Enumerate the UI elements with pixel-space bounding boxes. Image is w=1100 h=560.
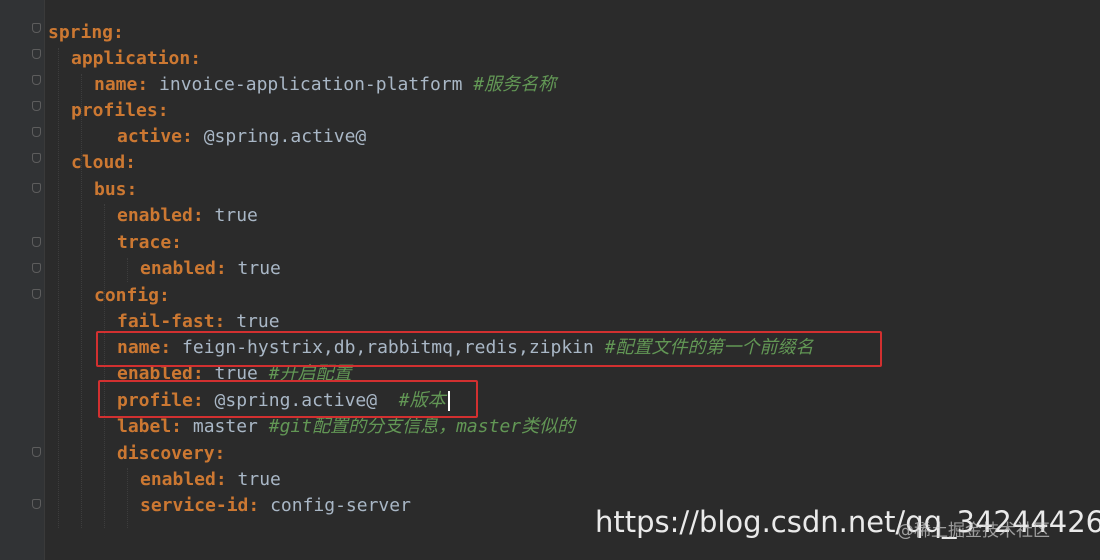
yaml-comment: #git配置的分支信息，master类似的 [268,416,576,437]
fold-marker-icon[interactable] [31,288,41,299]
yaml-value: true [237,258,281,279]
indent-guide [127,468,128,528]
yaml-key: fail-fast: [117,311,226,332]
highlight-box-config-name [96,331,882,367]
code-line[interactable]: application: [71,46,201,72]
yaml-value: @spring.active@ [203,126,367,147]
fold-marker-icon[interactable] [31,126,41,137]
yaml-value: invoice-application-platform [159,74,463,95]
yaml-value: master [192,416,258,437]
code-line[interactable]: discovery: [117,441,225,467]
code-line[interactable]: spring: [48,20,124,46]
yaml-key: trace: [117,232,183,253]
yaml-key: name: [94,74,149,95]
yaml-editor[interactable]: spring: application: name: invoice-appli… [0,0,1100,560]
highlight-box-profile [98,380,478,418]
yaml-value: true [214,205,258,226]
yaml-key: cloud: [71,152,137,173]
yaml-comment: #服务名称 [473,74,557,95]
yaml-value: true [236,311,280,332]
yaml-value: true [237,469,281,490]
fold-marker-icon[interactable] [31,152,41,163]
yaml-key: active: [117,126,193,147]
yaml-key: label: [117,416,183,437]
yaml-key: service-id: [140,495,260,516]
yaml-key: enabled: [117,205,204,226]
yaml-key: application: [71,48,202,69]
yaml-key: profiles: [71,100,169,121]
fold-marker-icon[interactable] [31,48,41,59]
yaml-key: enabled: [140,469,227,490]
fold-marker-icon[interactable] [31,498,41,509]
code-line[interactable]: trace: [117,230,182,256]
indent-guide [58,48,59,528]
yaml-key: config: [94,285,170,306]
fold-marker-icon[interactable] [31,74,41,85]
code-line[interactable]: active: @spring.active@ [117,124,366,150]
fold-marker-icon[interactable] [31,22,41,33]
editor-gutter [0,0,45,560]
code-line[interactable]: enabled: true [140,467,281,493]
fold-marker-icon[interactable] [31,182,41,193]
code-line[interactable]: config: [94,283,170,309]
fold-marker-icon[interactable] [31,236,41,247]
yaml-key: spring: [48,22,124,43]
indent-guide [81,74,82,528]
indent-guide [127,258,128,282]
yaml-key: enabled: [140,258,227,279]
yaml-key: discovery: [117,443,226,464]
watermark-source: @稀土掘金技术社区 [897,521,1050,541]
code-line[interactable]: bus: [94,177,137,203]
fold-marker-icon[interactable] [31,262,41,273]
code-line[interactable]: cloud: [71,150,136,176]
yaml-key: bus: [94,179,138,200]
yaml-value: config-server [270,495,411,516]
code-line[interactable]: service-id: config-server [140,493,411,519]
code-line[interactable]: enabled: true [117,203,258,229]
code-line[interactable]: enabled: true [140,256,281,282]
code-line[interactable]: profiles: [71,98,169,124]
fold-marker-icon[interactable] [31,100,41,111]
fold-marker-icon[interactable] [31,446,41,457]
code-line[interactable]: name: invoice-application-platform #服务名称 [94,72,556,98]
